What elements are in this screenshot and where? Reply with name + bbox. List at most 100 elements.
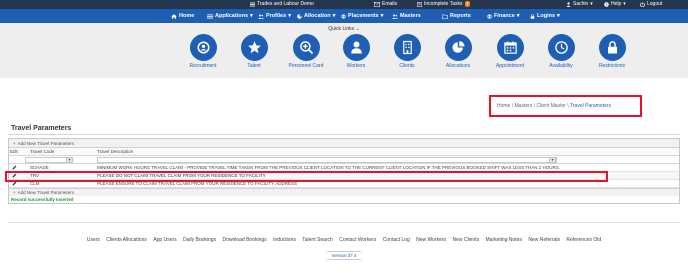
breadcrumb: Home \ Masters \ Client Master \ Travel … (497, 103, 611, 109)
top-bar: Trades and Labour Demo Emails Incomplete… (0, 0, 688, 9)
plus-icon: + (13, 190, 16, 195)
footer-link-clients-allocations[interactable]: Clients Allocations (106, 237, 147, 243)
row-highlight-box (5, 171, 608, 182)
breadcrumb-current: Travel Parameters (570, 103, 611, 109)
nav-reports[interactable]: Reports (442, 13, 471, 19)
header-travel-code[interactable]: Travel Code (22, 149, 95, 154)
add-new-travel-parameter-button[interactable]: + Add New Travel Parameters (9, 139, 679, 148)
travel-description-cell: MINIMUM WORK HOURS TRAVEL CLAIM - PROVID… (97, 165, 560, 170)
quick-links-panel: Quick Links ⌄ Recruitment Talent Personn… (0, 23, 688, 78)
footer-link-contact-workers[interactable]: Contact Workers (339, 237, 376, 243)
footer-divider (8, 222, 680, 223)
quick-link-allocations[interactable]: Allocations (428, 34, 488, 69)
quick-link-restrictions[interactable]: Restrictions (582, 34, 642, 69)
title-divider (8, 134, 680, 135)
footer-link-contact-log[interactable]: Contact Log (383, 237, 410, 243)
breadcrumb-masters[interactable]: Masters (515, 103, 533, 109)
user-icon (566, 1, 571, 7)
help-icon: ? (604, 1, 609, 7)
header-travel-description[interactable]: Travel Description (95, 149, 679, 154)
nav-placements[interactable]: Placements ▾ (341, 13, 383, 19)
header-edit: Edit (10, 149, 18, 154)
version-wrap: Version 37.4 (0, 251, 688, 260)
footer-link-marketing-notes[interactable]: Marketing Notes (486, 237, 522, 243)
users-icon (392, 14, 398, 19)
nav-applications[interactable]: Applications ▾ (207, 13, 253, 19)
nav-finance[interactable]: Finance ▾ (487, 13, 520, 19)
search-person-icon (189, 34, 217, 61)
nav-masters[interactable]: Masters (392, 13, 421, 19)
logout-link[interactable]: Logout (640, 1, 662, 7)
app-title: Trades and Labour Demo (250, 1, 314, 7)
chevron-down-icon: ⌄ (355, 26, 360, 32)
main-nav: Home Applications ▾ Profiles ▾ Allocatio… (0, 9, 688, 23)
emails-link[interactable]: Emails (374, 1, 397, 7)
lock-icon (598, 34, 626, 61)
footer-link-new-referrals[interactable]: New Referrals (528, 237, 560, 243)
filter-icon[interactable]: ▾ (66, 157, 73, 163)
footer-link-inductions[interactable]: Inductions (273, 237, 296, 243)
travel-description-filter-input[interactable] (97, 157, 557, 163)
users-icon (258, 14, 264, 19)
quick-links-toggle[interactable]: Quick Links ⌄ (0, 26, 688, 32)
breadcrumb-client-master[interactable]: Client Master (536, 103, 565, 109)
grid-icon (250, 2, 255, 6)
success-message: Record successfully Inserted (9, 196, 679, 203)
footer-link-new-clients[interactable]: New Clients (452, 237, 479, 243)
add-new-travel-parameter-footer-button[interactable]: + Add New Travel Parameters (9, 188, 679, 196)
help-menu[interactable]: ? Help ▾ (604, 1, 626, 7)
svg-text:?: ? (605, 2, 607, 6)
folder-icon (442, 14, 448, 19)
calendar-icon (496, 34, 524, 61)
lock-icon (530, 13, 535, 19)
caret-down-icon: ▾ (516, 13, 520, 19)
app-name: Trades and Labour Demo (257, 1, 314, 7)
document-icon (417, 1, 422, 7)
caret-down-icon: ▾ (288, 13, 291, 19)
list-icon (207, 14, 213, 18)
power-icon (640, 1, 645, 7)
caret-down-icon: ▾ (590, 1, 593, 7)
footer-link-users[interactable]: Users (87, 237, 100, 243)
caret-down-icon: ▾ (623, 1, 626, 7)
edit-icon[interactable] (9, 165, 22, 171)
user-menu[interactable]: Sachin ▾ (566, 1, 593, 7)
travel-code-cell: SCHADE (30, 165, 49, 170)
nav-profiles[interactable]: Profiles ▾ (258, 13, 291, 19)
footer-link-references-old[interactable]: References Old (566, 237, 601, 243)
caret-down-icon: ▾ (250, 13, 253, 19)
globe-icon (487, 13, 492, 19)
grid-header-row: Edit Travel Code Travel Description (9, 148, 679, 156)
star-icon (240, 34, 268, 61)
building-icon (393, 34, 421, 61)
pie-chart-icon (444, 34, 472, 61)
incomplete-tasks-link[interactable]: Incomplete Tasks 3 (417, 1, 471, 7)
globe-icon (341, 13, 346, 19)
filter-icon[interactable]: ▾ (549, 157, 556, 163)
home-icon (171, 13, 177, 19)
footer-links: Users Clients Allocations App Users Dail… (0, 237, 688, 243)
zoom-in-icon (292, 34, 320, 61)
footer-link-talent-search[interactable]: Talent Search (302, 237, 333, 243)
person-icon (342, 34, 370, 61)
grid-filter-row: ▾ ▾ (9, 156, 679, 164)
quick-link-talent[interactable]: Talent (224, 34, 284, 69)
caret-down-icon: ▾ (380, 13, 384, 19)
tasks-count-badge: 3 (464, 1, 471, 7)
pie-icon (297, 13, 302, 19)
mail-icon (374, 1, 380, 7)
caret-down-icon: ▾ (332, 13, 336, 19)
footer-link-new-workers[interactable]: New Workers (416, 237, 446, 243)
plus-icon: + (13, 140, 16, 146)
nav-logins[interactable]: Logins ▾ (530, 13, 560, 19)
clock-icon (547, 34, 575, 61)
caret-down-icon: ▾ (557, 13, 560, 19)
footer-link-app-users[interactable]: App Users (153, 237, 176, 243)
footer-link-daily-bookings[interactable]: Daily Bookings (183, 237, 216, 243)
breadcrumb-home[interactable]: Home (497, 103, 510, 109)
nav-home[interactable]: Home (171, 13, 194, 19)
nav-allocation[interactable]: Allocation ▾ (297, 13, 335, 19)
version-label: Version 37.4 (327, 251, 361, 260)
page-title: Travel Parameters (11, 125, 72, 132)
footer-link-download-bookings[interactable]: Download Bookings (222, 237, 266, 243)
